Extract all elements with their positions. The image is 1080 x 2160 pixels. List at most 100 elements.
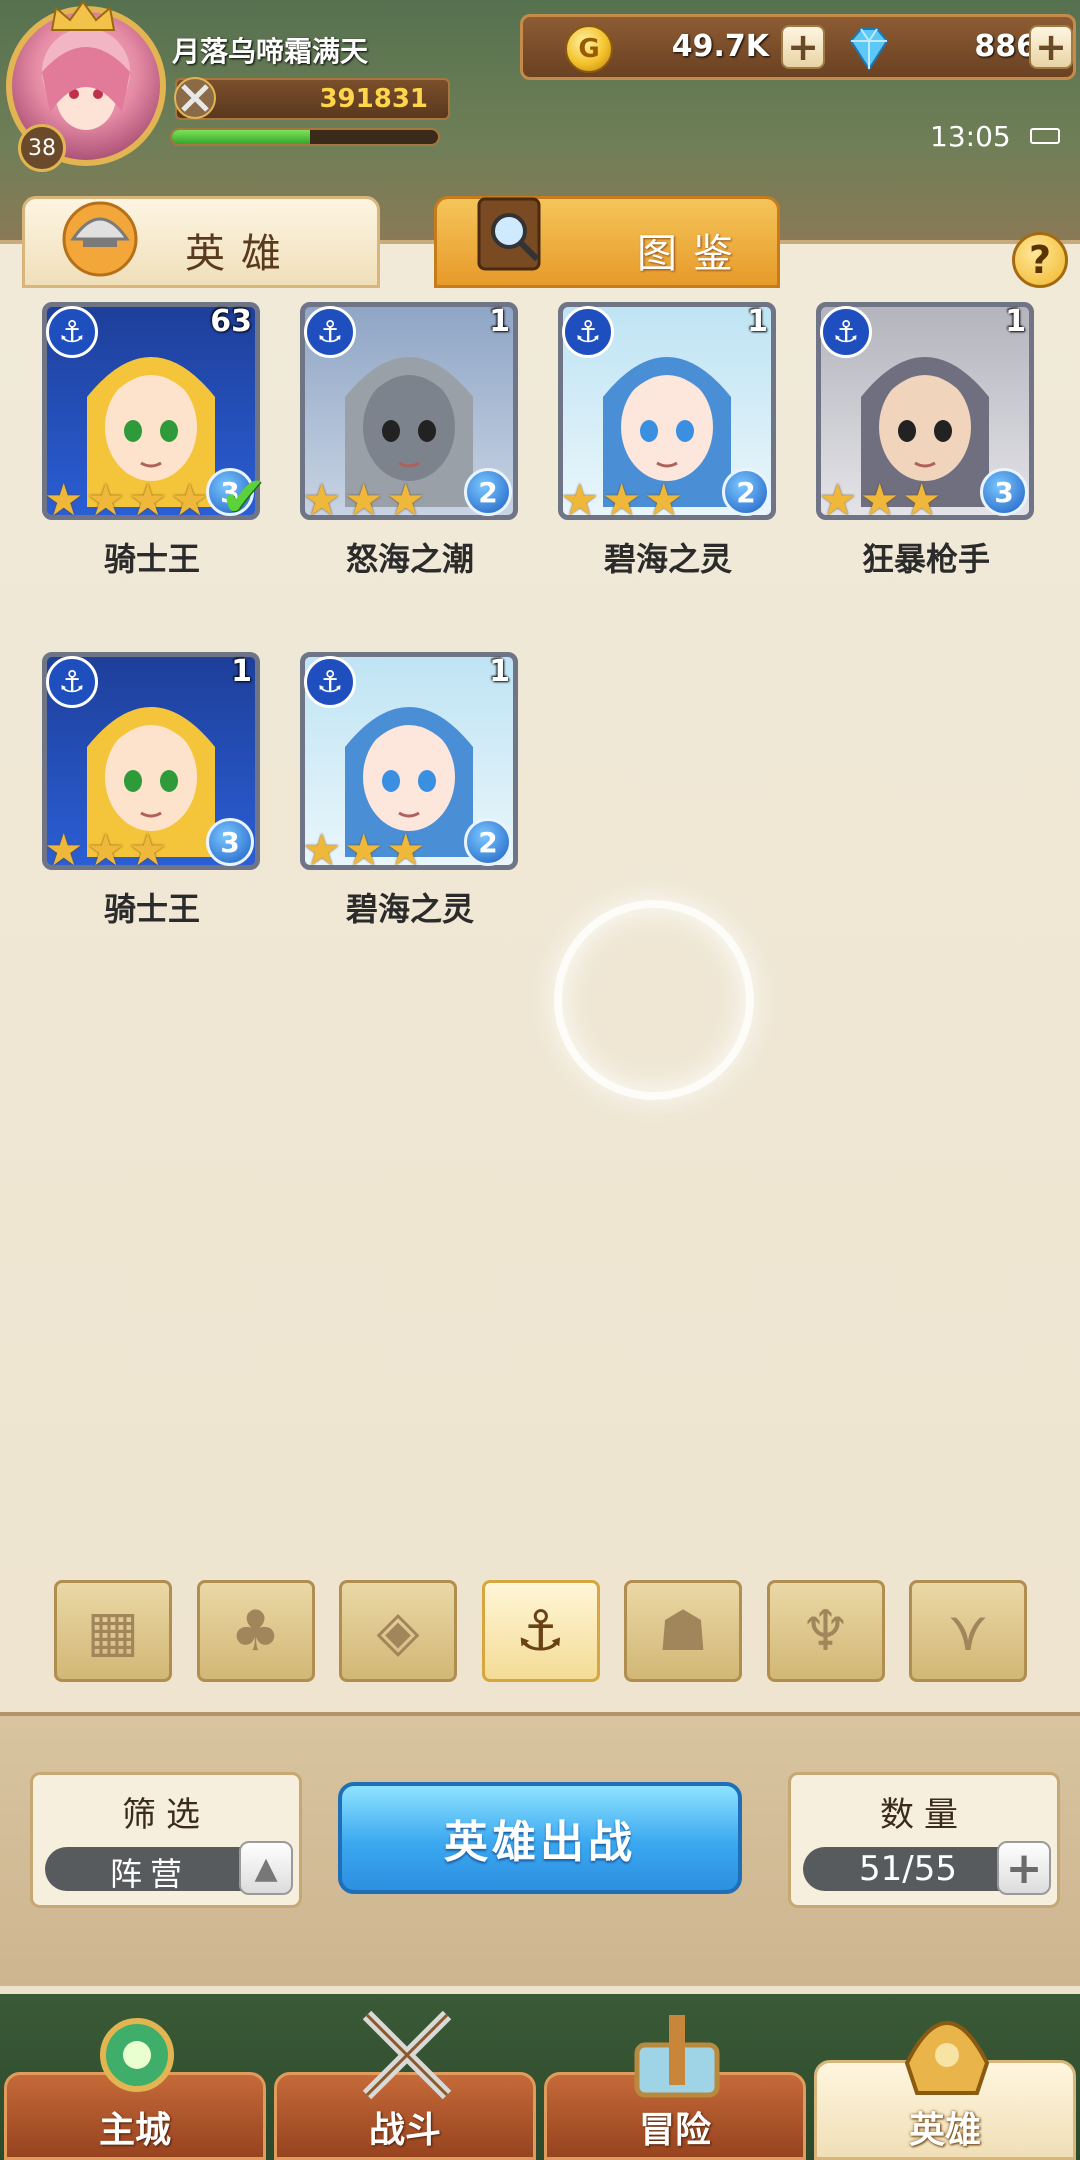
- hero-level: 1: [1005, 304, 1026, 339]
- star-icon: ★: [818, 475, 858, 526]
- deploy-heroes-button[interactable]: 英雄出战: [338, 1782, 742, 1894]
- hero-star-rating: ★ ★ ★ ★: [44, 475, 212, 526]
- hero-card[interactable]: ⚓ 1 ★ ★ ★ 3 狂暴枪手: [816, 302, 1036, 578]
- hero-name: 碧海之灵: [345, 890, 474, 928]
- hero-star-rating: ★ ★ ★: [302, 475, 428, 526]
- hero-rank-badge: 2: [722, 468, 770, 516]
- star-icon: ★: [902, 475, 942, 526]
- hero-card[interactable]: ⚓ 63 ★ ★ ★ ★ 3 ✔ 骑士王: [42, 302, 267, 578]
- star-icon: ★: [860, 475, 900, 526]
- anchor-faction-icon: ⚓: [562, 306, 614, 358]
- hero-rank-badge: 3: [980, 468, 1028, 516]
- faction-filter-row: ▦ ♣ ◈ ⚓ ☗ ♆ ⋎: [54, 1580, 1034, 1682]
- tab-codex[interactable]: 图鉴: [434, 196, 780, 288]
- hero-name: 怒海之潮: [345, 540, 474, 578]
- gold-amount: 49.7K: [671, 29, 769, 64]
- count-title: 数量: [880, 1795, 968, 1835]
- add-gold-button[interactable]: +: [781, 25, 825, 69]
- hero-rank-badge: 2: [464, 468, 512, 516]
- star-icon: ★: [86, 825, 126, 876]
- hero-star-rating: ★ ★ ★: [818, 475, 944, 526]
- hero-rank-badge: 2: [464, 818, 512, 866]
- star-icon: ★: [386, 475, 426, 526]
- helmet-icon: [904, 2021, 990, 2095]
- star-icon: ★: [560, 475, 600, 526]
- star-icon: ★: [44, 475, 84, 526]
- hero-name: 骑士王: [103, 540, 200, 578]
- nav-tab[interactable]: 英雄: [814, 2021, 1076, 2160]
- nav-tab-label: 战斗: [368, 2110, 441, 2151]
- exp-bar: [170, 128, 440, 146]
- hero-level: 1: [489, 654, 510, 689]
- star-icon: ★: [302, 825, 342, 876]
- combat-power-bar: 391831: [174, 77, 450, 120]
- filter-title: 筛选: [122, 1795, 210, 1835]
- tab-heroes-label: 英雄: [185, 231, 297, 277]
- star-icon: ★: [128, 825, 168, 876]
- hero-star-rating: ★ ★ ★: [302, 825, 428, 876]
- loading-ring: [554, 900, 754, 1100]
- diamond-faction-icon: ◈: [376, 1598, 420, 1664]
- battery-icon: [1030, 128, 1060, 144]
- hero-card[interactable]: ⚓ 1 ★ ★ ★ 2 碧海之灵: [300, 652, 520, 928]
- beast-faction-icon: ☗: [657, 1598, 709, 1664]
- expand-capacity-button[interactable]: +: [997, 1841, 1051, 1895]
- combat-power-value: 391831: [319, 84, 428, 114]
- add-gems-button[interactable]: +: [1029, 25, 1073, 69]
- filter-selector[interactable]: 阵营 ▲: [45, 1841, 293, 1895]
- anchor-faction-icon: ⚓: [304, 306, 356, 358]
- nav-tab[interactable]: 主城: [4, 2018, 266, 2160]
- crown-icon: [50, 0, 116, 31]
- hero-count-box: 数量 51/55 +: [788, 1772, 1060, 1908]
- hero-level: 1: [231, 654, 252, 689]
- hero-name: 狂暴枪手: [861, 540, 990, 578]
- player-name: 月落乌啼霜满天: [172, 35, 369, 68]
- star-icon: ★: [386, 825, 426, 876]
- faction-filter-button[interactable]: ☗: [624, 1580, 742, 1682]
- faction-filter-button[interactable]: ⚓: [481, 1580, 600, 1682]
- hero-card[interactable]: ⚓ 1 ★ ★ ★ 2 碧海之灵: [558, 302, 778, 578]
- hero-level: 1: [489, 304, 510, 339]
- clock-time: 13:05: [930, 120, 1011, 153]
- anchor-faction-icon: ⚓: [515, 1598, 566, 1664]
- nav-tab-label: 英雄: [908, 2110, 981, 2151]
- faction-filter-button[interactable]: ◈: [339, 1580, 457, 1682]
- hero-card[interactable]: ⚓ 1 ★ ★ ★ 2 怒海之潮: [300, 302, 520, 578]
- castle-icon: [100, 2018, 174, 2092]
- hero-rank-badge: 3: [206, 818, 254, 866]
- star-icon: ★: [86, 475, 126, 526]
- chevron-up-icon: ▲: [254, 1850, 278, 1886]
- horned-faction-icon: ♆: [800, 1598, 851, 1664]
- faction-filter-button[interactable]: ♣: [196, 1580, 315, 1682]
- faction-filter-button[interactable]: ♆: [766, 1580, 885, 1682]
- tab-heroes[interactable]: 英雄: [22, 196, 380, 288]
- nav-tab-label: 主城: [98, 2110, 171, 2151]
- count-value: 51/55: [859, 1849, 957, 1889]
- helmet-tab-icon: [62, 201, 138, 277]
- star-icon: ★: [344, 825, 384, 876]
- star-icon: ★: [44, 825, 84, 876]
- anchor-faction-icon: ⚓: [304, 656, 356, 708]
- nav-tab[interactable]: 冒险: [544, 2015, 806, 2160]
- star-icon: ★: [302, 475, 342, 526]
- player-level-badge: 38: [18, 124, 66, 172]
- faction-filter-button[interactable]: ⋎: [909, 1580, 1027, 1682]
- faction-filter-button[interactable]: ▦: [54, 1580, 172, 1682]
- help-button[interactable]: ?: [1012, 232, 1068, 288]
- map-scroll-icon: [634, 2015, 720, 2098]
- hero-name: 骑士王: [103, 890, 200, 928]
- gem-amount: 886: [974, 29, 1037, 64]
- leaf-faction-icon: ♣: [230, 1598, 281, 1664]
- filter-value: 阵营: [109, 1855, 190, 1893]
- star-icon: ★: [344, 475, 384, 526]
- resource-panel: G 49.7K + 886 +: [520, 14, 1076, 80]
- nav-tab[interactable]: 战斗: [274, 2010, 536, 2160]
- count-field: 51/55 +: [803, 1841, 1051, 1895]
- hero-level: 63: [210, 304, 252, 339]
- filter-toggle-button[interactable]: ▲: [239, 1841, 293, 1895]
- star-icon: ★: [128, 475, 168, 526]
- anchor-faction-icon: ⚓: [46, 306, 98, 358]
- hero-star-rating: ★ ★ ★: [560, 475, 686, 526]
- wing-faction-icon: ⋎: [947, 1598, 989, 1664]
- hero-card[interactable]: ⚓ 1 ★ ★ ★ 3 骑士王: [42, 652, 262, 928]
